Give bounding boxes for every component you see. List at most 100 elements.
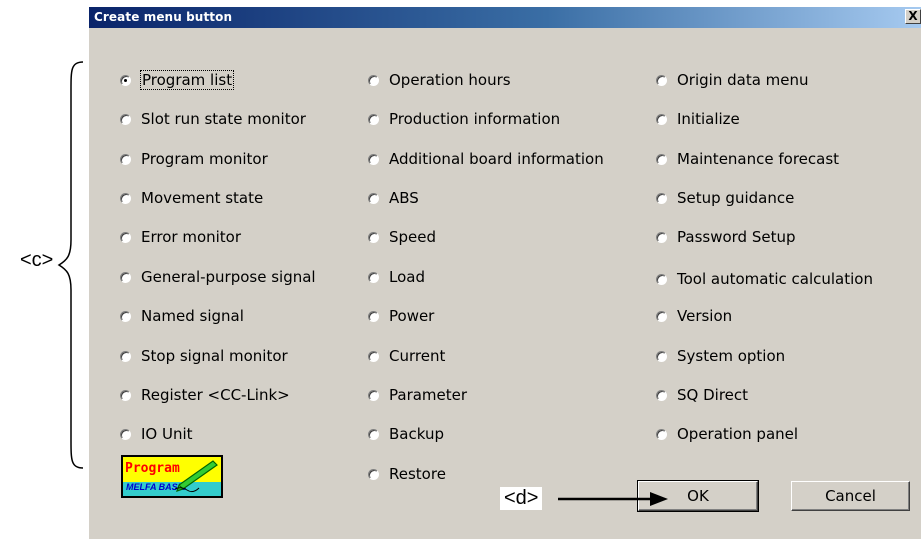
radio-movement-state[interactable]: Movement state (120, 188, 263, 208)
radio-program-list[interactable]: Program list (120, 70, 235, 90)
radio-label: Program monitor (141, 150, 268, 168)
radio-label: Named signal (141, 307, 244, 325)
radio-button[interactable] (656, 231, 667, 243)
radio-label: ABS (389, 189, 419, 207)
annotation-d-label: <d> (500, 487, 543, 510)
radio-button[interactable] (120, 113, 131, 125)
radio-label: Error monitor (141, 228, 242, 246)
radio-button[interactable] (656, 273, 667, 285)
radio-system-option[interactable]: System option (656, 346, 785, 366)
radio-button[interactable] (368, 271, 379, 283)
radio-button[interactable] (368, 74, 379, 86)
radio-program-monitor[interactable]: Program monitor (120, 149, 268, 169)
radio-io-unit[interactable]: IO Unit (120, 424, 193, 444)
radio-maintenance-forecast[interactable]: Maintenance forecast (656, 149, 839, 169)
radio-button[interactable] (656, 74, 667, 86)
radio-button[interactable] (120, 231, 131, 243)
radio-button[interactable] (120, 192, 131, 204)
radio-operation-hours[interactable]: Operation hours (368, 70, 511, 90)
radio-label: Restore (389, 465, 446, 483)
radio-button[interactable] (120, 310, 131, 322)
radio-button[interactable] (368, 113, 379, 125)
radio-abs[interactable]: ABS (368, 188, 419, 208)
radio-operation-panel[interactable]: Operation panel (656, 424, 798, 444)
logo-word-program: Program (125, 461, 180, 476)
radio-tool-automatic-calculation[interactable]: Tool automatic calculation (656, 269, 873, 289)
radio-label: Operation hours (389, 71, 511, 89)
radio-stop-signal-monitor[interactable]: Stop signal monitor (120, 346, 288, 366)
radio-speed[interactable]: Speed (368, 227, 436, 247)
radio-button[interactable] (368, 153, 379, 165)
radio-version[interactable]: Version (656, 306, 732, 326)
radio-named-signal[interactable]: Named signal (120, 306, 244, 326)
arrow-annotation (558, 492, 668, 506)
radio-button[interactable] (120, 389, 131, 401)
radio-label: Parameter (389, 386, 468, 404)
program-melfa-basic-logo: Program MELFA BASIC (121, 455, 223, 498)
radio-label: Maintenance forecast (677, 150, 840, 168)
radio-button[interactable] (368, 350, 379, 362)
radio-slot-run-state-monitor[interactable]: Slot run state monitor (120, 109, 306, 129)
radio-button[interactable] (120, 350, 131, 362)
radio-label: Additional board information (389, 150, 604, 168)
radio-button[interactable] (656, 350, 667, 362)
annotation-c-label: <c> (20, 249, 54, 271)
radio-current[interactable]: Current (368, 346, 445, 366)
radio-label: Production information (389, 110, 561, 128)
radio-label: Current (389, 347, 446, 365)
radio-button[interactable] (120, 74, 131, 86)
radio-button[interactable] (120, 271, 131, 283)
radio-label: IO Unit (141, 425, 193, 443)
radio-additional-board-information[interactable]: Additional board information (368, 149, 604, 169)
radio-origin-data-menu[interactable]: Origin data menu (656, 70, 809, 90)
radio-general-purpose-signal[interactable]: General-purpose signal (120, 267, 316, 287)
cancel-button[interactable]: Cancel (791, 481, 910, 511)
radio-button[interactable] (368, 231, 379, 243)
window-title: Create menu button (94, 10, 233, 24)
radio-load[interactable]: Load (368, 267, 425, 287)
radio-button[interactable] (368, 192, 379, 204)
radio-label: Setup guidance (677, 189, 795, 207)
radio-button[interactable] (368, 389, 379, 401)
radio-production-information[interactable]: Production information (368, 109, 560, 129)
create-menu-button-dialog: Create menu button X Program list Slot r… (88, 6, 921, 539)
radio-parameter[interactable]: Parameter (368, 385, 467, 405)
radio-register-cc-link[interactable]: Register <CC-Link> (120, 385, 290, 405)
radio-button[interactable] (656, 192, 667, 204)
radio-backup[interactable]: Backup (368, 424, 444, 444)
radio-button[interactable] (368, 468, 379, 480)
radio-button[interactable] (120, 428, 131, 440)
radio-error-monitor[interactable]: Error monitor (120, 227, 241, 247)
radio-label: Initialize (677, 110, 740, 128)
radio-restore[interactable]: Restore (368, 464, 446, 484)
radio-sq-direct[interactable]: SQ Direct (656, 385, 748, 405)
radio-label: Speed (389, 228, 437, 246)
title-bar: Create menu button X (89, 7, 921, 28)
radio-label: System option (677, 347, 786, 365)
bracket-annotation (57, 61, 84, 469)
radio-label: Version (677, 307, 733, 325)
radio-button[interactable] (368, 428, 379, 440)
radio-label: Stop signal monitor (141, 347, 288, 365)
radio-label: Operation panel (677, 425, 799, 443)
radio-label: Tool automatic calculation (677, 270, 873, 288)
radio-setup-guidance[interactable]: Setup guidance (656, 188, 794, 208)
radio-label: Slot run state monitor (141, 110, 306, 128)
close-button[interactable]: X (905, 9, 921, 24)
radio-button[interactable] (656, 113, 667, 125)
radio-password-setup[interactable]: Password Setup (656, 227, 796, 247)
radio-button[interactable] (368, 310, 379, 322)
radio-button[interactable] (656, 428, 667, 440)
radio-button[interactable] (120, 153, 131, 165)
radio-label: Movement state (141, 189, 264, 207)
radio-button[interactable] (656, 310, 667, 322)
radio-label: Backup (389, 425, 444, 443)
close-icon: X (908, 9, 918, 23)
radio-power[interactable]: Power (368, 306, 434, 326)
radio-button[interactable] (656, 389, 667, 401)
radio-label: SQ Direct (677, 386, 749, 404)
radio-initialize[interactable]: Initialize (656, 109, 740, 129)
radio-label: Password Setup (677, 228, 796, 246)
radio-button[interactable] (656, 153, 667, 165)
radio-label: Power (389, 307, 435, 325)
